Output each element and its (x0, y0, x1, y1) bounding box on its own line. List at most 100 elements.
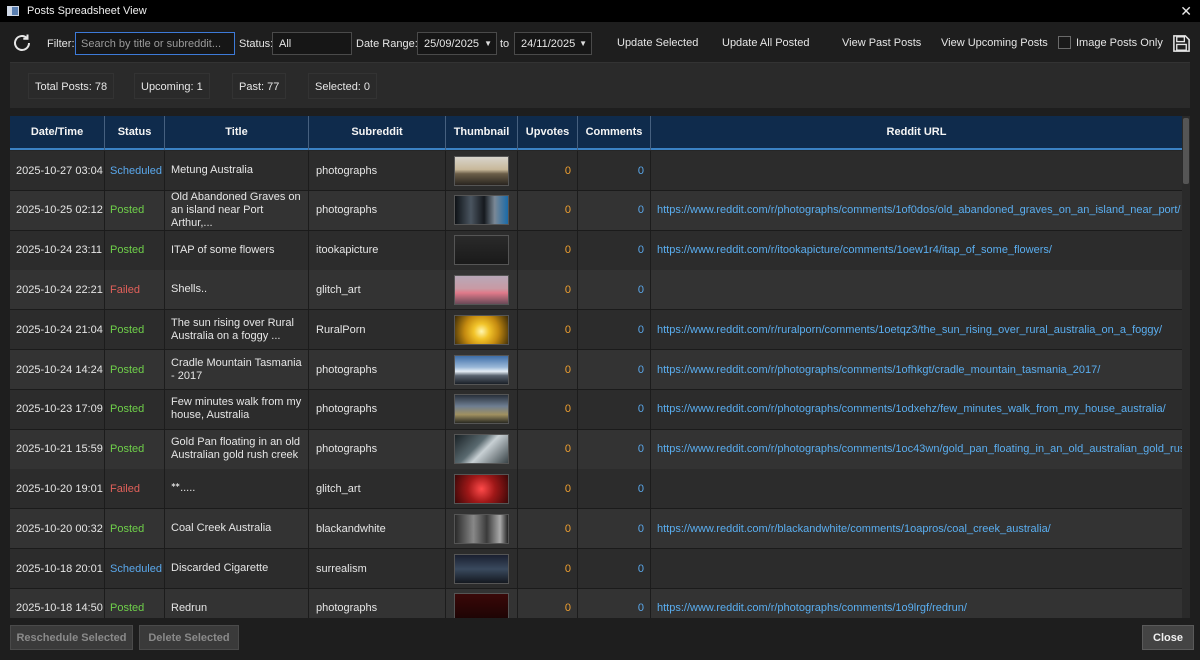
title-cell: Shells.. (165, 270, 309, 310)
status-select[interactable]: All (272, 32, 352, 55)
status-cell: Posted (105, 588, 165, 618)
column-header[interactable]: Status (105, 116, 165, 150)
view-upcoming-posts-button[interactable]: View Upcoming Posts (941, 37, 1048, 49)
comments-cell: 0 (578, 588, 651, 618)
table-row[interactable]: 2025-10-24 22:21 Failed Shells.. glitch_art… (10, 270, 1182, 311)
column-header[interactable]: Subreddit (309, 116, 446, 150)
upvotes-cell: 0 (518, 469, 578, 509)
comments-cell: 0 (578, 190, 651, 230)
reddit-url-cell[interactable]: https://www.reddit.com/r/photographs/com… (651, 350, 1182, 389)
reddit-url-cell[interactable]: https://www.reddit.com/r/itookapicture/c… (651, 231, 1182, 270)
thumbnail-image (454, 235, 509, 266)
table-row[interactable]: 2025-10-24 23:11 Posted ITAP of some flowe… (10, 230, 1182, 271)
table-row[interactable]: 2025-10-24 14:24 Posted Cradle Mountain Ta… (10, 350, 1182, 390)
date-cell: 2025-10-20 19:01 (10, 469, 105, 509)
subreddit-cell: RuralPorn (309, 310, 446, 350)
image-posts-only-label[interactable]: Image Posts Only (1076, 37, 1163, 49)
subreddit-cell: glitch_art (309, 469, 446, 509)
status-cell: Scheduled (105, 549, 165, 588)
table-row[interactable]: 2025-10-23 17:09 Posted Few minutes walk f… (10, 389, 1182, 430)
table-row[interactable]: 2025-10-21 15:59 Posted Gold Pan floating … (10, 429, 1182, 470)
column-header[interactable]: Comments (578, 116, 651, 150)
view-past-posts-button[interactable]: View Past Posts (842, 37, 921, 49)
table-row[interactable]: 2025-10-25 02:12 Posted Old Abandoned Grav… (10, 190, 1182, 231)
reddit-url-cell[interactable] (651, 151, 1182, 190)
filter-input[interactable] (75, 32, 235, 55)
date-cell: 2025-10-27 03:04 (10, 151, 105, 190)
date-from-picker[interactable]: 25/09/2025 ▼ (417, 32, 497, 55)
date-cell: 2025-10-18 14:50 (10, 588, 105, 618)
comments-cell: 0 (578, 270, 651, 310)
thumbnail-image (454, 434, 509, 465)
table-row[interactable]: 2025-10-18 20:01 Scheduled Discarded Cigar… (10, 549, 1182, 589)
save-icon[interactable] (1172, 34, 1191, 53)
comments-cell: 0 (578, 469, 651, 509)
status-value: All (279, 38, 292, 50)
status-cell: Failed (105, 469, 165, 509)
title-cell: Few minutes walk from my house, Australi… (165, 389, 309, 429)
subreddit-cell: photographs (309, 429, 446, 469)
chevron-down-icon[interactable]: ▼ (484, 39, 492, 48)
title-cell: Gold Pan floating in an old Australian g… (165, 429, 309, 469)
reddit-url-cell[interactable] (651, 549, 1182, 588)
selected-stat: Selected: 0 (308, 73, 378, 99)
update-selected-button[interactable]: Update Selected (617, 37, 698, 49)
status-label: Status: (239, 38, 274, 50)
thumbnail-image (454, 394, 509, 425)
upvotes-cell: 0 (518, 230, 578, 270)
chevron-down-icon[interactable]: ▼ (579, 39, 587, 48)
scrollbar-thumb[interactable] (1183, 118, 1189, 184)
table-row[interactable]: 2025-10-20 00:32 Posted Coal Creek Austral… (10, 509, 1182, 550)
reddit-url-cell[interactable]: https://www.reddit.com/r/photographs/com… (651, 390, 1182, 429)
update-all-posted-button[interactable]: Update All Posted (722, 37, 809, 49)
table-row[interactable]: 2025-10-20 19:01 Failed ᕯ..... glitch_art 0 0 (10, 469, 1182, 510)
column-header[interactable]: Date/Time (10, 116, 105, 150)
vertical-scrollbar[interactable] (1182, 116, 1190, 618)
title-cell: Old Abandoned Graves on an island near P… (165, 190, 309, 230)
status-cell: Posted (105, 230, 165, 270)
subreddit-cell: glitch_art (309, 270, 446, 310)
thumbnail-image (454, 274, 509, 305)
posts-table: Date/Time Status Title Subreddit Thumbna… (10, 116, 1190, 618)
close-icon[interactable]: ✕ (1180, 3, 1192, 20)
thumbnail-image (454, 553, 509, 584)
column-header[interactable]: Reddit URL (651, 116, 1182, 150)
table-row[interactable]: 2025-10-24 21:04 Posted The sun rising ove… (10, 310, 1182, 351)
table-row[interactable]: 2025-10-27 03:04 Scheduled Metung Australi… (10, 151, 1182, 191)
thumbnail-image (454, 155, 509, 186)
upvotes-cell: 0 (518, 270, 578, 310)
title-cell: Coal Creek Australia (165, 509, 309, 549)
reddit-url-cell[interactable] (651, 469, 1182, 508)
reddit-url-cell[interactable]: https://www.reddit.com/r/photographs/com… (651, 589, 1182, 618)
date-from-value: 25/09/2025 (424, 38, 480, 50)
reddit-url-cell[interactable]: https://www.reddit.com/r/photographs/com… (651, 191, 1182, 230)
reddit-url-cell[interactable]: https://www.reddit.com/r/blackandwhite/c… (651, 509, 1182, 548)
image-posts-only-checkbox[interactable] (1058, 36, 1071, 49)
title-cell: Redrun (165, 588, 309, 618)
total-posts-stat: Total Posts: 78 (28, 73, 115, 99)
upvotes-cell: 0 (518, 588, 578, 618)
delete-selected-button[interactable]: Delete Selected (139, 625, 239, 650)
date-to-picker[interactable]: 24/11/2025 ▼ (514, 32, 592, 55)
status-cell: Posted (105, 350, 165, 389)
status-cell: Scheduled (105, 151, 165, 190)
subreddit-cell: surrealism (309, 549, 446, 588)
refresh-icon[interactable] (10, 31, 34, 55)
date-to-value: 24/11/2025 (521, 38, 576, 50)
column-header[interactable]: Title (165, 116, 309, 150)
reschedule-selected-button[interactable]: Reschedule Selected (10, 625, 133, 650)
reddit-url-cell[interactable]: https://www.reddit.com/r/ruralporn/comme… (651, 310, 1182, 349)
column-header[interactable]: Upvotes (518, 116, 578, 150)
upvotes-cell: 0 (518, 389, 578, 429)
column-header[interactable]: Thumbnail (446, 116, 518, 150)
thumbnail-cell (446, 190, 518, 230)
close-button[interactable]: Close (1142, 625, 1194, 650)
comments-cell: 0 (578, 310, 651, 350)
upvotes-cell: 0 (518, 549, 578, 588)
table-row[interactable]: 2025-10-18 14:50 Posted Redrun photographs 0… (10, 588, 1182, 618)
date-cell: 2025-10-24 14:24 (10, 350, 105, 389)
reddit-url-cell[interactable] (651, 270, 1182, 309)
comments-cell: 0 (578, 429, 651, 469)
reddit-url-cell[interactable]: https://www.reddit.com/r/photographs/com… (651, 430, 1182, 469)
thumbnail-cell (446, 588, 518, 618)
